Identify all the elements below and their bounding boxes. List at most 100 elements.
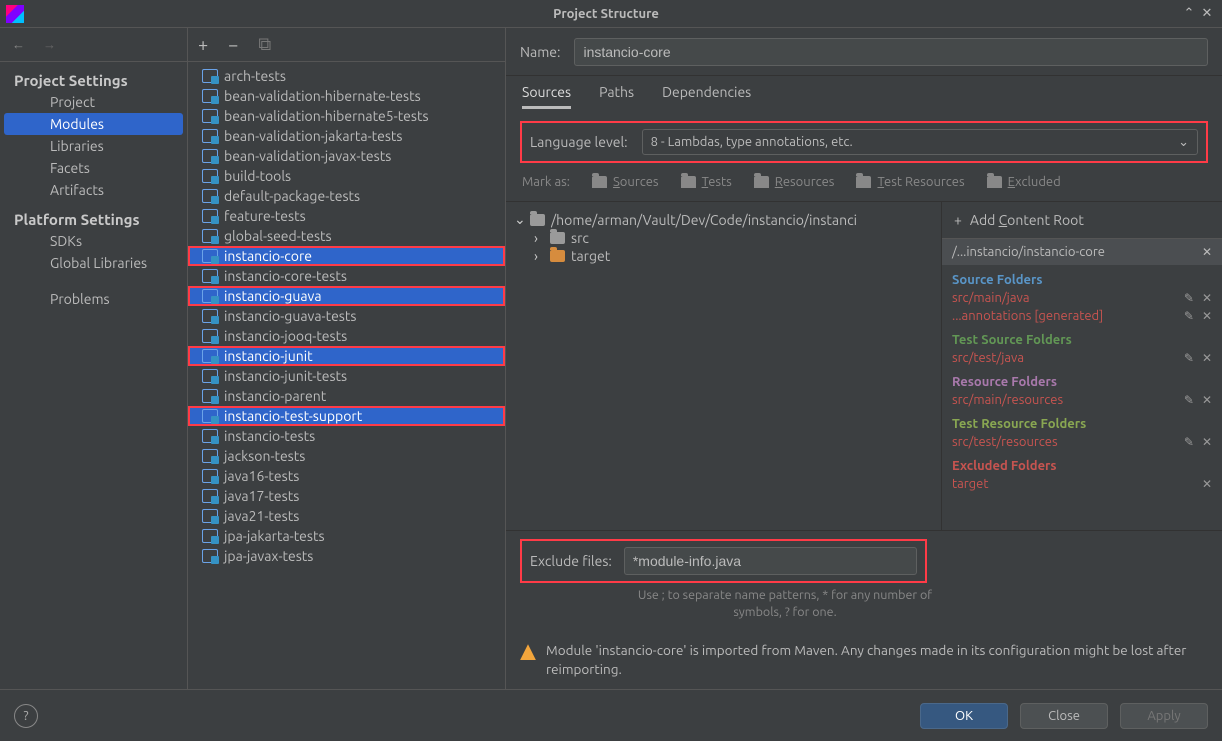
ok-button[interactable]: OK (920, 703, 1008, 729)
module-list[interactable]: arch-testsbean-validation-hibernate-test… (188, 62, 505, 689)
module-item[interactable]: instancio-junit-tests (188, 366, 505, 386)
exclude-help-text: Use ; to separate name patterns, * for a… (520, 583, 940, 627)
module-item[interactable]: bean-validation-hibernate5-tests (188, 106, 505, 126)
module-item[interactable]: instancio-junit (188, 346, 505, 366)
edit-folder-button[interactable]: ✎ (1184, 435, 1194, 449)
nav-item-libraries[interactable]: Libraries (0, 135, 187, 157)
tree-root[interactable]: ⌄ /home/arman/Vault/Dev/Code/instancio/i… (514, 210, 933, 229)
module-item[interactable]: instancio-core-tests (188, 266, 505, 286)
remove-content-root-button[interactable]: ✕ (1202, 245, 1212, 259)
tree-item[interactable]: ›src (514, 229, 933, 247)
folder-entry[interactable]: ...annotations [generated] ✎ ✕ (942, 307, 1222, 325)
tree-item[interactable]: ›target (514, 247, 933, 265)
module-item-label: instancio-test-support (224, 408, 362, 424)
module-item-label: java16-tests (224, 468, 299, 484)
module-item[interactable]: instancio-parent (188, 386, 505, 406)
caret-right-icon[interactable]: › (534, 230, 544, 246)
folder-entry[interactable]: src/test/resources✎✕ (942, 433, 1222, 451)
module-item[interactable]: instancio-test-support (188, 406, 505, 426)
folder-entry-label: ...annotations [generated] (952, 309, 1103, 323)
tab-paths[interactable]: Paths (599, 84, 634, 109)
edit-folder-button[interactable]: ✎ (1184, 291, 1194, 305)
nav-item-project[interactable]: Project (0, 91, 187, 113)
main-area: ← → Project SettingsProjectModulesLibrar… (0, 28, 1222, 689)
module-item[interactable]: java16-tests (188, 466, 505, 486)
nav-item-facets[interactable]: Facets (0, 157, 187, 179)
module-name-input[interactable] (574, 38, 1208, 66)
mark-as-sources[interactable]: Sources (592, 175, 659, 189)
mark-as-resources[interactable]: Resources (754, 175, 835, 189)
close-window-button[interactable]: ✕ (1198, 6, 1216, 21)
module-item-label: java21-tests (224, 508, 299, 524)
tab-dependencies[interactable]: Dependencies (662, 84, 751, 109)
folder-entry[interactable]: src/main/java✎✕ (942, 289, 1222, 307)
mark-as-label: Tests (702, 175, 732, 189)
folder-group-header: Source Folders (942, 265, 1222, 289)
tab-sources[interactable]: Sources (522, 84, 571, 109)
folder-entry[interactable]: src/main/resources✎✕ (942, 391, 1222, 409)
module-item[interactable]: instancio-guava (188, 286, 505, 306)
edit-folder-button[interactable]: ✎ (1184, 309, 1194, 323)
module-icon (202, 329, 218, 343)
language-level-dropdown[interactable]: 8 - Lambdas, type annotations, etc. ⌄ (642, 129, 1198, 155)
caret-right-icon[interactable]: › (534, 248, 544, 264)
add-content-root-button[interactable]: + Add Content Root (942, 202, 1222, 239)
module-item[interactable]: bean-validation-hibernate-tests (188, 86, 505, 106)
module-item[interactable]: java17-tests (188, 486, 505, 506)
nav-item-sdks[interactable]: SDKs (0, 230, 187, 252)
mark-as-tests[interactable]: Tests (681, 175, 732, 189)
mark-as-test-resources[interactable]: Test Resources (856, 175, 964, 189)
module-item[interactable]: instancio-core (188, 246, 505, 266)
nav-item-modules[interactable]: Modules (4, 113, 183, 135)
module-item[interactable]: default-package-tests (188, 186, 505, 206)
chevron-down-icon: ⌄ (1178, 135, 1189, 150)
remove-module-button[interactable]: − (228, 35, 238, 55)
edit-folder-button[interactable]: ✎ (1184, 351, 1194, 365)
remove-folder-button[interactable]: ✕ (1202, 435, 1212, 449)
remove-folder-button[interactable]: ✕ (1202, 351, 1212, 365)
edit-folder-button[interactable]: ✎ (1184, 393, 1194, 407)
mark-as-excluded[interactable]: Excluded (987, 175, 1061, 189)
copy-module-button[interactable]: ⧉ (258, 34, 271, 55)
module-item[interactable]: jpa-javax-tests (188, 546, 505, 566)
folder-entry[interactable]: target✕ (942, 475, 1222, 493)
content-root-header: /...instancio/instancio-core ✕ (942, 239, 1222, 265)
exclude-files-input[interactable] (624, 547, 917, 575)
nav-item-artifacts[interactable]: Artifacts (0, 179, 187, 201)
nav-forward-button[interactable]: → (43, 37, 56, 52)
apply-button[interactable]: Apply (1120, 703, 1208, 729)
module-item[interactable]: instancio-guava-tests (188, 306, 505, 326)
nav-problems[interactable]: Problems (0, 288, 187, 310)
remove-folder-button[interactable]: ✕ (1202, 477, 1212, 491)
close-button[interactable]: Close (1020, 703, 1108, 729)
module-item-label: bean-validation-jakarta-tests (224, 128, 403, 144)
module-item[interactable]: arch-tests (188, 66, 505, 86)
module-item[interactable]: feature-tests (188, 206, 505, 226)
module-item[interactable]: instancio-tests (188, 426, 505, 446)
folder-entry[interactable]: src/test/java✎✕ (942, 349, 1222, 367)
add-module-button[interactable]: + (198, 35, 208, 55)
remove-folder-button[interactable]: ✕ (1202, 393, 1212, 407)
mark-as-label: Mark as: (522, 175, 570, 189)
module-item[interactable]: jackson-tests (188, 446, 505, 466)
module-item[interactable]: java21-tests (188, 506, 505, 526)
caret-down-icon[interactable]: ⌄ (514, 211, 524, 228)
help-button[interactable]: ? (14, 704, 38, 728)
module-item-label: instancio-core-tests (224, 268, 347, 284)
source-tree[interactable]: ⌄ /home/arman/Vault/Dev/Code/instancio/i… (506, 202, 942, 530)
module-item[interactable]: global-seed-tests (188, 226, 505, 246)
nav-back-button[interactable]: ← (12, 37, 25, 52)
nav-toolbar: ← → (0, 28, 187, 62)
module-item[interactable]: bean-validation-javax-tests (188, 146, 505, 166)
module-item-label: instancio-core (224, 248, 312, 264)
module-item[interactable]: build-tools (188, 166, 505, 186)
minimize-button[interactable]: ⌃ (1180, 6, 1198, 21)
module-item-label: bean-validation-javax-tests (224, 148, 391, 164)
module-item[interactable]: jpa-jakarta-tests (188, 526, 505, 546)
warning-text: Module 'instancio-core' is imported from… (546, 641, 1208, 679)
remove-folder-button[interactable]: ✕ (1202, 291, 1212, 305)
module-item[interactable]: instancio-jooq-tests (188, 326, 505, 346)
module-item[interactable]: bean-validation-jakarta-tests (188, 126, 505, 146)
remove-folder-button[interactable]: ✕ (1202, 309, 1212, 323)
nav-item-global-libraries[interactable]: Global Libraries (0, 252, 187, 274)
